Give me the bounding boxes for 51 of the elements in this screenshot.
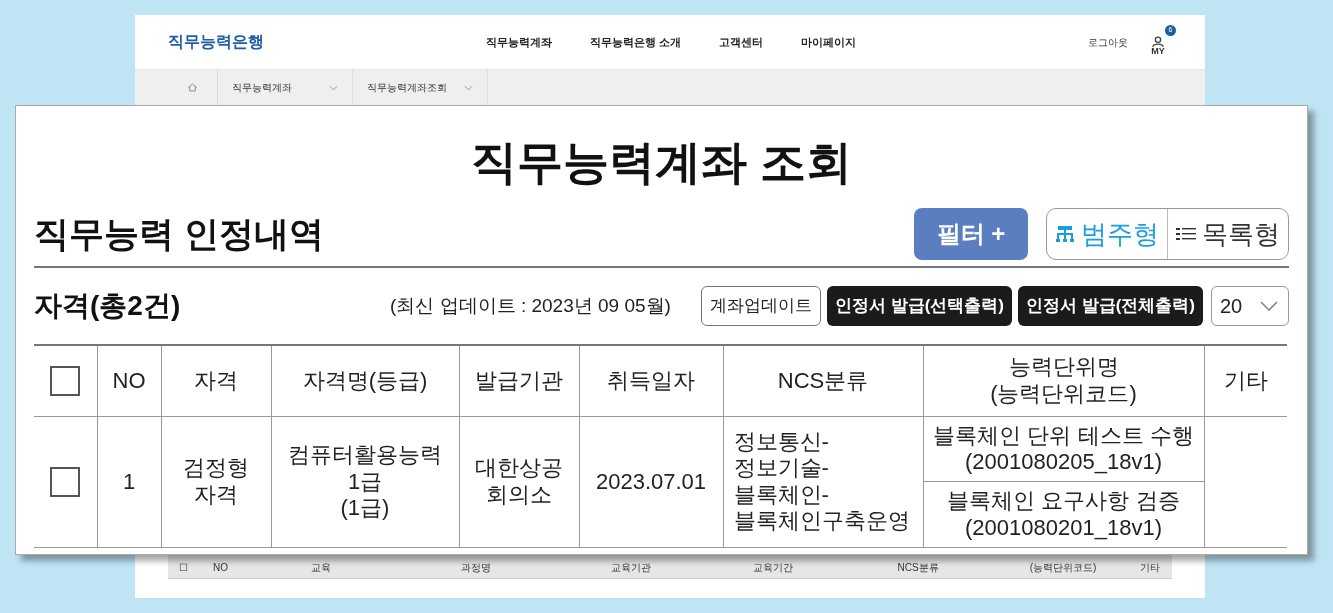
column-header: 발급기관 — [475, 367, 563, 393]
column-header: 능력단위명 (능력단위코드) — [990, 354, 1137, 406]
column-header: NO — [112, 367, 146, 393]
action-button[interactable]: 계좌업데이트 — [700, 286, 821, 326]
checkbox[interactable] — [50, 466, 81, 497]
filter-button[interactable]: 필터 + — [914, 208, 1028, 260]
column-header: 과정명 — [460, 561, 491, 575]
checkbox[interactable] — [50, 365, 81, 396]
table-cell: 2023.07.01 — [595, 468, 707, 494]
column-header: ☐ — [178, 561, 188, 575]
nav-link[interactable]: 마이페이지 — [801, 33, 857, 51]
nav-link[interactable]: 직무능력은행 소개 — [590, 33, 682, 51]
unit-name: 블록체인 요구사항 검증 — [947, 488, 1180, 515]
table-cell: 1 — [122, 468, 136, 494]
column-header: 기타 — [1140, 561, 1160, 575]
update-note: (최신 업데이트 : 2023년 09 05월) — [390, 293, 671, 318]
nav-link[interactable]: 고객센터 — [719, 33, 764, 51]
column-header: NCS분류 — [777, 367, 869, 393]
unit-code: (2001080201_18v1) — [965, 514, 1162, 542]
table-cell: 대한상공 회의소 — [475, 455, 563, 507]
page-size-select[interactable]: 20 — [1211, 286, 1289, 326]
column-header: (능력단위코드) — [1029, 561, 1097, 575]
logout-link[interactable]: 로그아웃 — [1088, 34, 1128, 50]
chevron-down-icon — [329, 84, 338, 91]
column-header: NO — [213, 561, 228, 575]
list-icon — [1176, 227, 1196, 241]
table-cell: 컴퓨터활용능력 1급 (1급) — [288, 442, 442, 520]
column-header: 교육기관 — [610, 561, 651, 575]
hierarchy-icon — [1055, 225, 1075, 243]
nav-link[interactable]: 직무능력계좌 — [486, 33, 552, 51]
table-cell: 검정형 자격 — [183, 455, 249, 507]
column-header: 자격 — [194, 367, 238, 393]
action-button[interactable]: 인정서 발급(전체출력) — [1017, 286, 1203, 326]
result-count: 자격(총2건) — [34, 289, 181, 323]
unit-code: (2001080205_18v1) — [965, 448, 1162, 476]
chevron-down-icon — [1258, 300, 1280, 312]
section-title: 직무능력 인정내역 — [34, 212, 324, 255]
column-header: 교육 — [310, 561, 331, 575]
table-cell: 정보통신- 정보기술- 블록체인- 블록체인구축운영 — [733, 429, 910, 534]
column-header: 교육기간 — [753, 561, 793, 575]
site-logo[interactable]: 직무능력은행 — [168, 30, 428, 54]
unit-name: 블록체인 단위 테스트 수행 — [933, 422, 1194, 449]
column-header: 자격명(등급) — [302, 367, 428, 393]
column-header: 기타 — [1223, 367, 1268, 393]
action-button[interactable]: 인정서 발급(선택출력) — [826, 286, 1012, 326]
page-title: 직무능력계좌 조회 — [471, 136, 852, 188]
column-header: 취득일자 — [607, 367, 695, 393]
view-toggle[interactable]: 목록형 — [1167, 209, 1288, 259]
chevron-down-icon — [464, 84, 473, 91]
person-icon — [1151, 36, 1165, 47]
column-header: NCS분류 — [897, 561, 939, 575]
